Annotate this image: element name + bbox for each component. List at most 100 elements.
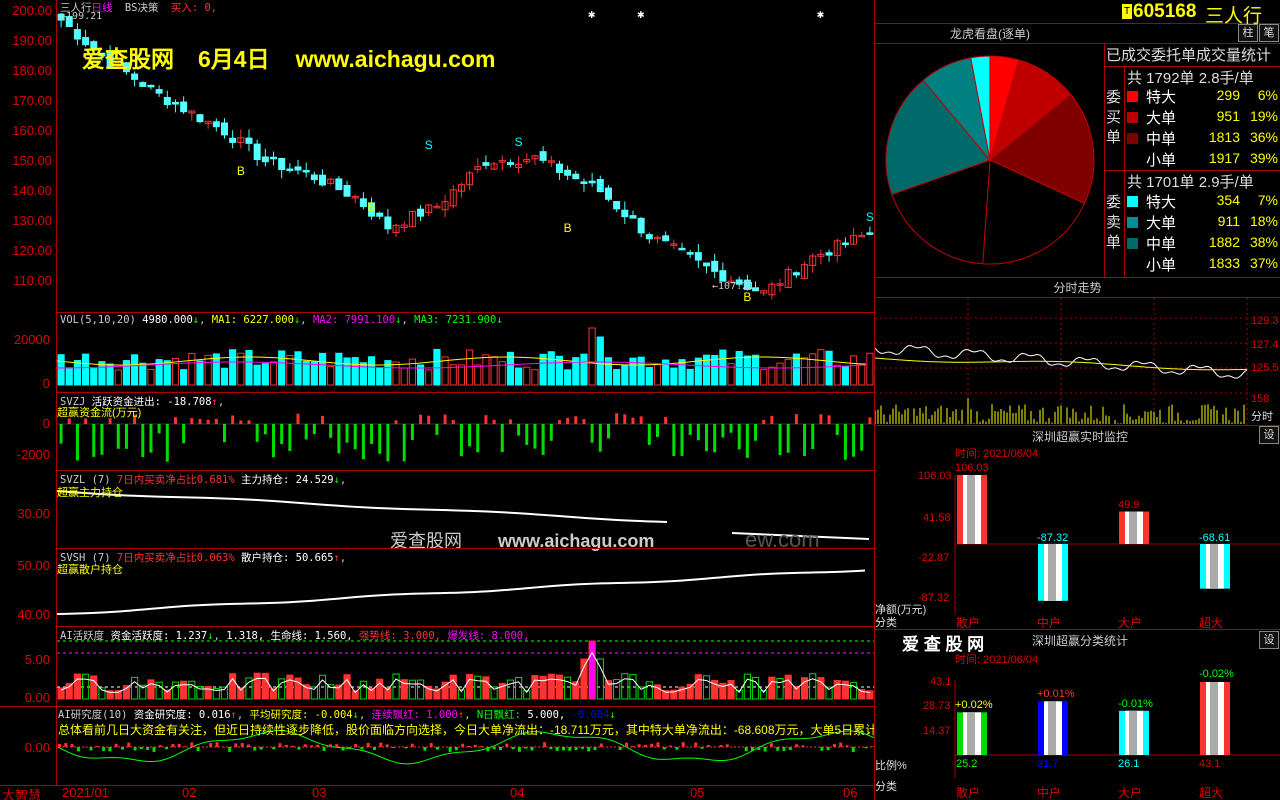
fenshi-chart-area[interactable]	[875, 297, 1280, 426]
monitor-axis-0: 106.03	[918, 470, 952, 482]
volume-bar	[678, 359, 686, 386]
flow-bar	[459, 424, 463, 457]
flow-bar	[468, 424, 472, 447]
flow-bar	[525, 424, 529, 445]
activity-bar	[564, 676, 572, 700]
research-bar	[826, 747, 830, 751]
activity-bar	[416, 679, 425, 700]
order-count: 1917	[1208, 150, 1240, 166]
flow-bar	[541, 424, 545, 455]
classify-bar-shade	[967, 712, 975, 755]
flow-bar	[786, 424, 790, 453]
research-bar	[436, 747, 439, 750]
order-count: 1833	[1208, 255, 1240, 271]
side-label-divider	[1124, 66, 1125, 277]
date-label-jan: 2021/01	[62, 785, 109, 800]
research-bar	[694, 742, 698, 747]
legend-swatch	[1127, 217, 1138, 228]
research-bar	[310, 745, 313, 747]
intraday-chart[interactable]	[875, 298, 1280, 426]
volume-bar	[286, 354, 294, 386]
flow-bar	[124, 424, 128, 449]
order-pct: 6%	[1257, 87, 1278, 103]
volume-bar	[515, 367, 523, 386]
candle-body	[310, 174, 318, 181]
research-bar	[832, 744, 836, 747]
volume-bar	[670, 367, 678, 386]
volume-bar	[466, 349, 474, 386]
candle-body	[294, 166, 302, 171]
order-pct: 36%	[1249, 129, 1278, 145]
research-bar	[247, 744, 250, 747]
legend-swatch	[1127, 196, 1138, 207]
candle-body	[278, 157, 286, 171]
volume-bar	[653, 364, 662, 386]
research-bar	[228, 747, 232, 752]
research-bar	[568, 747, 572, 751]
volume-bar	[490, 356, 498, 386]
flow-bar	[116, 424, 120, 449]
activity-bar	[539, 675, 547, 700]
activity-bar	[408, 679, 416, 700]
candle-body	[841, 242, 849, 246]
sell-total: 共 1701单 2.9手/单	[1127, 174, 1254, 191]
research-bar	[108, 747, 112, 752]
research-bar	[234, 743, 238, 747]
monitor-val-3: -68.61	[1199, 532, 1231, 544]
price-axis-label: 200.00	[12, 3, 52, 18]
research-bar	[555, 747, 559, 751]
research-bar	[152, 747, 156, 752]
price-axis-label: 130.00	[12, 213, 52, 228]
flow-bar	[451, 420, 455, 424]
flow-bar	[394, 420, 398, 424]
volume-bar	[809, 353, 817, 386]
svzl-subtitle: 超赢主力持仓	[57, 487, 123, 499]
ai-activity-axis-5: 5.00	[24, 652, 50, 667]
research-bar	[58, 743, 61, 747]
fenshi-axis-bot: 125.5	[1251, 362, 1279, 374]
volume-bar	[588, 327, 596, 386]
research-bar	[335, 744, 339, 747]
research-bar	[467, 746, 471, 747]
volume-bar	[392, 361, 400, 386]
volume-bar	[719, 349, 727, 386]
flow-bar	[680, 424, 684, 456]
price-axis-label: 140.00	[12, 183, 52, 198]
indicator-label[interactable]: BS决策	[125, 2, 159, 14]
toolbar-bar-button[interactable]: 柱	[1238, 24, 1258, 42]
price-axis-label: 110.00	[13, 273, 52, 288]
monitor-bar-shade	[1129, 511, 1137, 544]
research-bar	[820, 747, 824, 751]
candle-body	[229, 137, 237, 143]
research-bar	[454, 747, 458, 751]
candle-body	[604, 187, 612, 200]
candle-body	[629, 215, 637, 219]
order-count: 354	[1216, 192, 1240, 208]
toolbar-pen-button[interactable]: 笔	[1259, 24, 1279, 42]
activity-bar	[425, 685, 433, 700]
activity-bar	[621, 673, 629, 700]
flow-bar	[75, 424, 79, 461]
research-bar	[845, 745, 849, 747]
signal-sell-label: S	[866, 210, 874, 224]
order-count: 299	[1216, 87, 1240, 103]
activity-bar	[359, 680, 367, 700]
volume-bar	[425, 369, 433, 386]
volume-bar	[408, 358, 416, 386]
research-bar	[121, 747, 124, 750]
research-bar	[650, 743, 654, 747]
order-pct: 18%	[1249, 213, 1278, 229]
longhu-pie-chart[interactable]	[875, 44, 1105, 277]
monitor-val-0: 106.03	[955, 462, 989, 474]
volume-bar	[531, 369, 539, 386]
research-bar	[530, 747, 534, 751]
flow-bar	[664, 416, 668, 424]
classify-settings-button[interactable]: 设	[1259, 631, 1279, 649]
research-bar	[278, 743, 282, 747]
stock-title-bar: T 605168 三人行	[875, 0, 1280, 27]
research-bar	[448, 747, 452, 752]
research-bar	[643, 744, 647, 747]
flow-bar	[574, 416, 578, 424]
research-bar	[391, 747, 395, 748]
flow-bar	[296, 413, 300, 424]
